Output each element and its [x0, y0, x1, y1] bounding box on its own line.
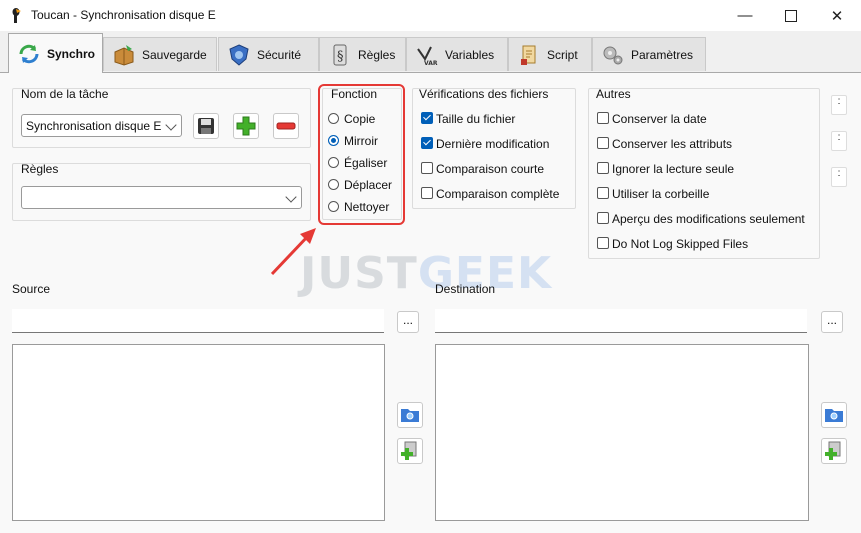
source-path-input[interactable] [12, 309, 384, 333]
tab-label: Sécurité [257, 47, 302, 62]
folder-search-icon [825, 409, 843, 422]
svg-text:VAR: VAR [424, 60, 438, 67]
tab-label: Variables [445, 47, 495, 62]
task-name-label: Nom de la tâche [21, 87, 109, 101]
add-file-icon [825, 441, 841, 460]
checkbox-label: Dernière modification [436, 137, 550, 151]
minus-icon [276, 122, 296, 130]
checkbox-icon [597, 162, 609, 174]
minimize-button[interactable]: — [722, 0, 768, 31]
source-browse-button[interactable]: ... [397, 311, 419, 333]
shield-icon [229, 43, 249, 66]
checkbox-label: Utiliser la corbeille [612, 187, 710, 201]
tab-label: Paramètres [631, 47, 694, 62]
maximize-icon [785, 9, 797, 22]
destination-add-button[interactable] [821, 438, 847, 464]
floppy-disk-icon [198, 118, 214, 134]
settings-gears-icon [603, 46, 623, 64]
source-file-list[interactable] [12, 344, 385, 521]
add-task-button[interactable] [233, 113, 259, 139]
tab-synchro[interactable]: Synchro [8, 33, 103, 73]
source-add-button[interactable] [397, 438, 423, 464]
tab-label: Script [547, 47, 578, 62]
watermark: JUSTGEEK [300, 248, 552, 299]
verifications-label: Vérifications des fichiers [419, 87, 549, 101]
source-label: Source [12, 282, 51, 296]
window-title: Toucan - Synchronisation disque E [31, 8, 216, 22]
tab-label: Synchro [47, 46, 96, 61]
chevron-down-icon [165, 119, 177, 131]
rules-icon: § [333, 44, 347, 65]
minimize-icon: — [737, 7, 753, 24]
checkbox-icon [597, 187, 609, 199]
task-name-select[interactable]: Synchronisation disque E [21, 114, 182, 137]
box-icon [114, 44, 134, 66]
title-bar: Toucan - Synchronisation disque E — ✕ [0, 0, 861, 32]
save-task-button[interactable] [193, 113, 219, 139]
checkbox-label: Taille du fichier [436, 112, 516, 126]
side-button-3[interactable]: : [831, 167, 847, 187]
toucan-app-icon [12, 8, 21, 23]
chevron-down-icon [285, 191, 297, 203]
checkbox-checked-icon [421, 112, 433, 124]
var-icon: VAR [417, 46, 438, 67]
destination-file-list[interactable] [435, 344, 809, 521]
annotation-highlight-box [318, 84, 405, 225]
task-name-value: Synchronisation disque E [26, 118, 162, 133]
checkbox-icon [597, 212, 609, 224]
side-button-2[interactable]: : [831, 131, 847, 151]
tab-label: Sauvegarde [142, 47, 207, 62]
checkbox-label: Conserver la date [612, 112, 707, 126]
tab-sauvegarde[interactable]: Sauvegarde [103, 37, 217, 71]
rules-select[interactable] [21, 186, 302, 209]
checkbox-label: Conserver les attributs [612, 137, 733, 151]
destination-preview-button[interactable] [821, 402, 847, 428]
checkbox-icon [421, 187, 433, 199]
checkbox-label: Comparaison complète [436, 187, 560, 201]
rules-label: Règles [21, 162, 59, 176]
autres-label: Autres [596, 87, 631, 101]
close-button[interactable]: ✕ [814, 0, 860, 31]
destination-path-input[interactable] [435, 309, 807, 333]
checkbox-label: Ignorer la lecture seule [612, 162, 735, 176]
checkbox-checked-icon [421, 137, 433, 149]
close-icon: ✕ [830, 7, 844, 25]
source-preview-button[interactable] [397, 402, 423, 428]
tab-regles[interactable]: § Règles [319, 37, 406, 71]
plus-icon [236, 116, 256, 136]
destination-label: Destination [435, 282, 496, 296]
tab-parametres[interactable]: Paramètres [592, 37, 706, 71]
folder-search-icon [401, 409, 419, 422]
tab-label: Règles [358, 47, 396, 62]
checkbox-icon [597, 137, 609, 149]
checkbox-label: Comparaison courte [436, 162, 545, 176]
script-icon [521, 45, 536, 65]
tab-securite[interactable]: Sécurité [218, 37, 319, 71]
checkbox-icon [597, 237, 609, 249]
tab-variables[interactable]: VAR Variables [406, 37, 508, 71]
svg-text:§: § [337, 49, 344, 64]
tab-script[interactable]: Script [508, 37, 592, 71]
checkbox-icon [597, 112, 609, 124]
checkbox-label: Do Not Log Skipped Files [612, 237, 749, 251]
watermark-text-part1: JUST [300, 248, 418, 299]
add-file-icon [401, 441, 417, 460]
remove-task-button[interactable] [273, 113, 299, 139]
checkbox-label: Aperçu des modifications seulement [612, 212, 805, 226]
sync-icon [19, 44, 39, 63]
checkbox-icon [421, 162, 433, 174]
destination-browse-button[interactable]: ... [821, 311, 843, 333]
maximize-button[interactable] [768, 0, 814, 31]
side-button-1[interactable]: : [831, 95, 847, 115]
